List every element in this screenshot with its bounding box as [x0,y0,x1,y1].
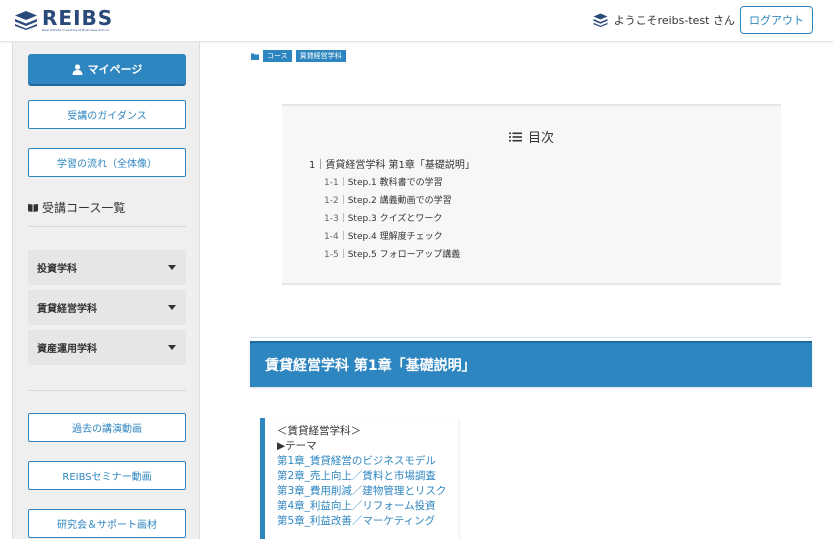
lesson-course-label: ＜賃貸経営学科＞ [277,425,361,437]
folder-icon [251,53,259,60]
toc-title: 目次 [282,127,781,146]
toc-title-label: 目次 [527,131,554,146]
toc-step-label: Step.5 フォローアップ講義 [347,250,461,260]
course-list-title: 受講コース一覧 [28,199,125,216]
user-logo-icon [593,13,608,27]
lesson-box: ＜賃貸経営学科＞ ▶テーマ 第1章_賃貸経営のビジネスモデル 第2章_売上向上／… [260,418,458,539]
seminar-videos-button[interactable]: REIBSセミナー動画 [28,461,186,490]
toc-step-number: 1-2｜ [324,196,348,206]
welcome-message: ようこそreibs-test さん [593,12,735,28]
lesson-chapter-link[interactable]: 第3章_費用削減／建物管理とリスク [277,484,458,499]
toc-step-label: Step.4 理解度チェック [347,232,443,242]
course-label: 資産運用学科 [37,344,97,355]
toc-step-link[interactable]: 1-4｜Step.4 理解度チェック [324,229,443,242]
course-list-label: 受講コース一覧 [42,201,126,215]
course-accordion-investment[interactable]: 投資学科 [28,250,186,285]
logo-subtitle: Real Estate Investment Business School [42,28,110,32]
logo-mark-icon [15,11,37,30]
logout-button[interactable]: ログアウト [740,6,813,34]
course-label: 投資学科 [37,264,77,275]
toc-step-link[interactable]: 1-2｜Step.2 講義動画での学習 [324,193,452,206]
breadcrumb-item-rental[interactable]: 賃貸経営学科 [295,50,346,62]
lesson-theme-label: ▶テーマ [277,440,317,452]
chapter-heading: 賃貸経営学科 第1章「基礎説明」 [250,341,812,387]
caret-down-icon [168,265,176,270]
toc-step-number: 1-4｜ [324,232,348,242]
sidebar-divider [28,226,186,227]
course-label: 賃貸経営学科 [37,304,97,315]
learning-flow-button[interactable]: 学習の流れ（全体像） [28,148,186,177]
user-icon [72,63,83,75]
toc-step-number: 1-5｜ [324,250,348,260]
logo-text: REIBS [42,6,114,30]
toc-chapter-link[interactable]: 1｜賃貸経営学科 第1章「基礎説明」 [309,156,475,171]
toc-step-number: 1-3｜ [324,214,348,224]
past-lectures-button[interactable]: 過去の講演動画 [28,413,186,442]
toc-step-link[interactable]: 1-5｜Step.5 フォローアップ講義 [324,247,460,260]
table-of-contents: 目次 1｜賃貸経営学科 第1章「基礎説明」 1-1｜Step.1 教科書での学習… [282,104,781,285]
mypage-label: マイページ [87,63,143,76]
lesson-chapter-link[interactable]: 第4章_利益向上／リフォーム投資 [277,499,458,514]
lesson-chapter-link[interactable]: 第2章_売上向上／賃料と市場調査 [277,469,458,484]
toc-step-label: Step.1 教科書での学習 [347,178,443,188]
guidance-button[interactable]: 受講のガイダンス [28,100,186,129]
top-header: REIBS Real Estate Investment Business Sc… [0,0,833,42]
lesson-chapter-link[interactable]: 第5章_利益改善／マーケティング [277,514,458,529]
lesson-chapter-link[interactable]: 第1章_賃貸経営のビジネスモデル [277,454,458,469]
toc-step-link[interactable]: 1-3｜Step.3 クイズとワーク [324,211,442,224]
sidebar-divider [28,390,186,391]
welcome-text: ようこそreibs-test さん [613,14,735,27]
breadcrumb-item-course[interactable]: コース [263,50,292,62]
caret-down-icon [168,305,176,310]
book-icon [28,204,38,212]
caret-down-icon [168,345,176,350]
course-accordion-asset[interactable]: 資産運用学科 [28,330,186,365]
course-accordion-rental[interactable]: 賃貸経営学科 [28,290,186,325]
chapter-top-rule [250,337,812,338]
breadcrumb: コース 賃貸経営学科 [251,50,350,62]
toc-step-number: 1-1｜ [324,178,348,188]
site-logo[interactable]: REIBS Real Estate Investment Business Sc… [14,8,113,32]
research-materials-button[interactable]: 研究会＆サポート画材 [28,509,186,538]
mypage-button[interactable]: マイページ [28,54,186,84]
toc-step-link[interactable]: 1-1｜Step.1 教科書での学習 [324,175,443,188]
sidebar: マイページ 受講のガイダンス 学習の流れ（全体像） 受講コース一覧 投資学科 賃… [12,42,200,539]
toc-step-label: Step.3 クイズとワーク [347,214,443,224]
toc-step-label: Step.2 講義動画での学習 [347,196,452,206]
list-icon [508,132,522,141]
